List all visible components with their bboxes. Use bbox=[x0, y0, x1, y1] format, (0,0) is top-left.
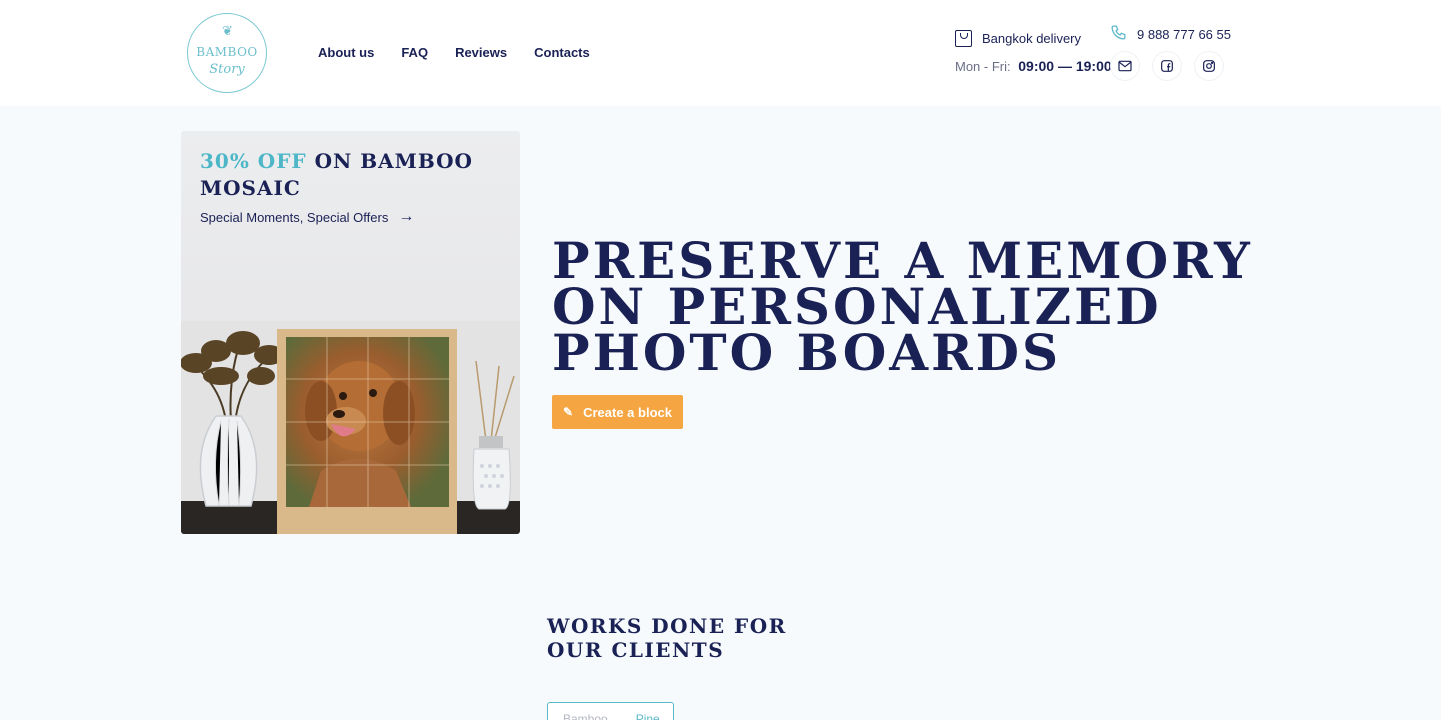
delivery-info: Bangkok delivery bbox=[955, 30, 1081, 47]
phone-icon bbox=[1110, 24, 1127, 45]
instagram-button[interactable] bbox=[1194, 51, 1224, 81]
phone-number: 9 888 777 66 55 bbox=[1137, 27, 1231, 42]
nav-item-faq[interactable]: FAQ bbox=[401, 45, 428, 60]
promo-discount: 30% OFF bbox=[200, 149, 307, 173]
promo-subtitle: Special Moments, Special Offers bbox=[200, 209, 389, 225]
tab-pine[interactable]: Pine bbox=[636, 712, 660, 720]
logo-brand-text: BAMBOO bbox=[196, 45, 258, 59]
brand-logo[interactable]: ❦ BAMBOO Story bbox=[187, 13, 267, 93]
promo-photo bbox=[181, 321, 520, 534]
main-nav: About us FAQ Reviews Contacts bbox=[318, 45, 617, 60]
create-block-button[interactable]: ✎ Create a block bbox=[552, 395, 683, 429]
arrow-right-icon: → bbox=[398, 208, 415, 225]
shopping-bag-icon bbox=[955, 30, 972, 47]
hours-label: Mon - Fri: bbox=[955, 59, 1011, 74]
promo-card[interactable]: 30% OFF ON BAMBOO MOSAIC Special Moments… bbox=[181, 131, 520, 534]
promo-title: 30% OFF ON BAMBOO MOSAIC bbox=[200, 148, 500, 202]
nav-item-about[interactable]: About us bbox=[318, 45, 374, 60]
promo-link[interactable]: Special Moments, Special Offers → bbox=[200, 208, 414, 226]
pencil-icon: ✎ bbox=[563, 405, 574, 419]
mail-button[interactable] bbox=[1110, 51, 1140, 81]
mail-icon bbox=[1118, 60, 1132, 72]
phone-link[interactable]: 9 888 777 66 55 bbox=[1110, 24, 1231, 45]
delivery-text: Bangkok delivery bbox=[982, 31, 1081, 46]
site-header: ❦ BAMBOO Story About us FAQ Reviews Cont… bbox=[0, 0, 1441, 106]
material-tabs: Bamboo Pine bbox=[547, 702, 674, 720]
bamboo-leaf-icon: ❦ bbox=[222, 24, 233, 39]
tab-bamboo[interactable]: Bamboo bbox=[563, 712, 608, 720]
facebook-icon bbox=[1161, 60, 1173, 72]
nav-item-contacts[interactable]: Contacts bbox=[534, 45, 590, 60]
create-block-label: Create a block bbox=[583, 404, 672, 420]
hours-value: 09:00 — 19:00 bbox=[1018, 58, 1112, 74]
social-links bbox=[1110, 51, 1224, 81]
works-section-title: Works done for our clients bbox=[547, 614, 787, 662]
hero-title: Preserve a memory on personalized photo … bbox=[552, 231, 1253, 382]
facebook-button[interactable] bbox=[1152, 51, 1182, 81]
instagram-icon bbox=[1203, 60, 1215, 72]
logo-script-text: Story bbox=[209, 62, 245, 77]
working-hours: Mon - Fri: 09:00 — 19:00 bbox=[955, 58, 1112, 74]
nav-item-reviews[interactable]: Reviews bbox=[455, 45, 507, 60]
